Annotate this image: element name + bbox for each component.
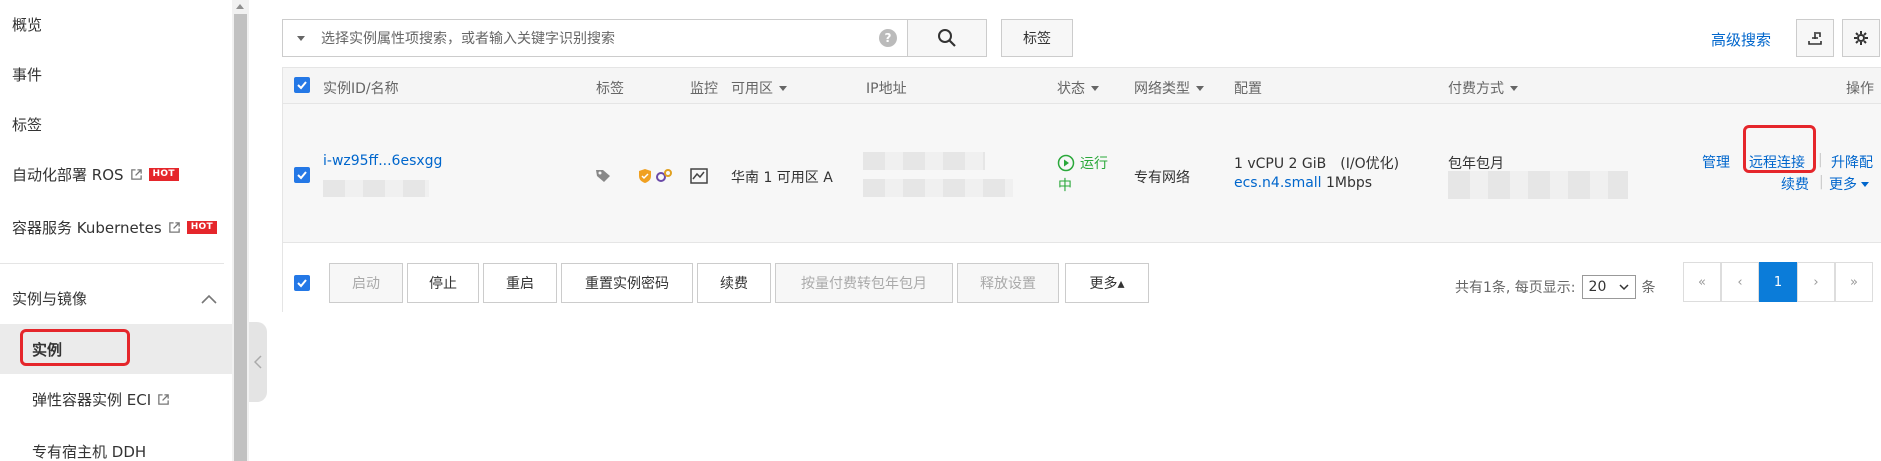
tag-filter-button[interactable]: 标签 [1001,19,1073,57]
header-ip: IP地址 [866,81,907,97]
sidebar-item-tags[interactable]: 标签 [12,114,42,135]
sidebar-group-instances-images[interactable]: 实例与镜像 [12,288,217,309]
external-link-icon [158,394,169,405]
billing-filter-icon [1510,85,1518,91]
sidebar-item-ros[interactable]: 自动化部署 ROS HOT [12,164,179,185]
status-text-line2: 中 [1058,178,1072,194]
settings-button[interactable] [1842,19,1880,57]
monitor-chart-icon[interactable] [690,168,708,184]
header-tag: 标签 [596,81,624,97]
zone-filter-icon [779,85,787,91]
sidebar-collapse-handle[interactable] [249,322,267,402]
highlight-box-instances [20,329,130,366]
header-billing[interactable]: 付费方式 [1448,78,1518,98]
hot-badge: HOT [148,168,179,181]
manage-link[interactable]: 管理 [1702,152,1730,172]
help-icon[interactable]: ? [879,29,897,47]
tag-icon[interactable] [595,168,613,184]
table-footer: 启动 停止 重启 重置实例密码 续费 按量付费转包年包月 释放设置 更多▴ 共有… [283,243,1881,313]
header-config: 配置 [1234,81,1262,97]
reset-password-button[interactable]: 重置实例密码 [561,263,693,303]
external-link-icon [168,222,180,233]
chevron-up-icon [201,294,217,304]
renew-button[interactable]: 续费 [697,263,771,303]
ip-redacted-1 [863,152,985,170]
check-icon [297,171,307,180]
scrollbar-thumb[interactable] [234,14,247,461]
billing-value: 包年包月 [1448,156,1504,172]
sidebar-divider [0,263,224,264]
prev-page-button[interactable]: ‹ [1721,262,1759,302]
action-separator: | [1818,152,1823,168]
instance-table: 实例ID/名称 标签 监控 可用区 IP地址 状态 网络类型 配置 付费方式 操… [282,67,1881,313]
config-instance-type[interactable]: ecs.n4.small [1234,175,1322,191]
network-value: 专有网络 [1134,170,1190,186]
footer-select-all-checkbox[interactable] [294,275,310,291]
scroll-up-arrow-icon[interactable] [236,4,244,9]
row-checkbox[interactable] [294,167,310,183]
advanced-search-link[interactable]: 高级搜索 [1711,29,1771,50]
caret-down-icon [1861,181,1869,187]
search-icon [938,29,956,47]
next-page-button[interactable]: › [1797,262,1835,302]
status-filter-icon [1091,85,1099,91]
upgrade-link[interactable]: 升降配 [1831,152,1873,172]
export-icon [1808,32,1822,45]
billing-date-redacted [1448,171,1628,199]
sidebar: 概览 事件 标签 自动化部署 ROS HOT 容器服务 Kubernetes H… [0,0,232,461]
config-spec: 1 vCPU 2 GiB (I/O优化) [1234,156,1400,172]
ip-redacted-2 [863,179,1013,197]
external-link-icon [130,169,142,180]
sidebar-item-eci[interactable]: 弹性容器实例 ECI [32,389,170,410]
sidebar-item-events[interactable]: 事件 [12,64,42,85]
select-all-checkbox[interactable] [294,77,310,93]
current-page-button[interactable]: 1 [1759,262,1797,302]
sidebar-item-ddh[interactable]: 专有宿主机 DDH [32,441,146,461]
page-size-select[interactable]: 20 [1581,275,1636,299]
sidebar-item-kubernetes[interactable]: 容器服务 Kubernetes HOT [12,217,217,238]
check-icon [297,81,307,90]
running-status-icon [1057,154,1075,172]
header-id-name: 实例ID/名称 [323,81,399,97]
security-shield-icon[interactable] [637,168,653,184]
table-header: 实例ID/名称 标签 监控 可用区 IP地址 状态 网络类型 配置 付费方式 操… [283,68,1881,104]
header-zone[interactable]: 可用区 [731,78,787,98]
plugin-gear-icon[interactable] [655,167,673,185]
search-filter-dropdown-icon[interactable] [297,35,305,41]
header-network[interactable]: 网络类型 [1134,78,1204,98]
instance-id-link[interactable]: i-wz95ff...6esxgg [323,153,442,169]
highlight-box-remote-connect [1743,125,1816,173]
stop-button[interactable]: 停止 [407,263,479,303]
last-page-button[interactable]: » [1835,262,1873,302]
pagination-info: 共有1条, 每页显示: 20 条 [1455,275,1656,299]
start-button[interactable]: 启动 [329,263,403,303]
header-status[interactable]: 状态 [1057,78,1099,98]
check-icon [297,279,307,288]
header-actions: 操作 [1846,81,1874,97]
release-settings-button[interactable]: 释放设置 [957,263,1059,303]
status-text-line1: 运行 [1080,156,1108,172]
action-separator: | [1819,174,1824,190]
first-page-button[interactable]: « [1683,262,1721,302]
config-bandwidth: 1Mbps [1326,175,1373,191]
search-input[interactable]: 选择实例属性项搜索，或者输入关键字识别搜索 ? [282,19,908,57]
hot-badge: HOT [186,221,217,234]
table-row: i-wz95ff...6esxgg 华南 1 可用区 A 运行 中 专有网络 1… [283,104,1881,243]
zone-value: 华南 1 可用区 A [731,170,833,186]
more-actions-link[interactable]: 更多 [1829,174,1869,194]
header-monitor: 监控 [690,81,718,97]
more-button[interactable]: 更多▴ [1065,263,1149,303]
search-placeholder: 选择实例属性项搜索，或者输入关键字识别搜索 [321,31,615,47]
chevron-down-icon [1619,283,1629,290]
renew-link[interactable]: 续费 [1781,174,1809,194]
chevron-left-icon [254,355,262,369]
gear-icon [1854,31,1868,45]
restart-button[interactable]: 重启 [483,263,557,303]
sidebar-item-overview[interactable]: 概览 [12,14,42,35]
network-filter-icon [1196,85,1204,91]
search-button[interactable] [907,19,987,57]
export-button[interactable] [1796,19,1834,57]
convert-billing-button[interactable]: 按量付费转包年包月 [775,263,953,303]
instance-name-redacted [323,180,429,197]
